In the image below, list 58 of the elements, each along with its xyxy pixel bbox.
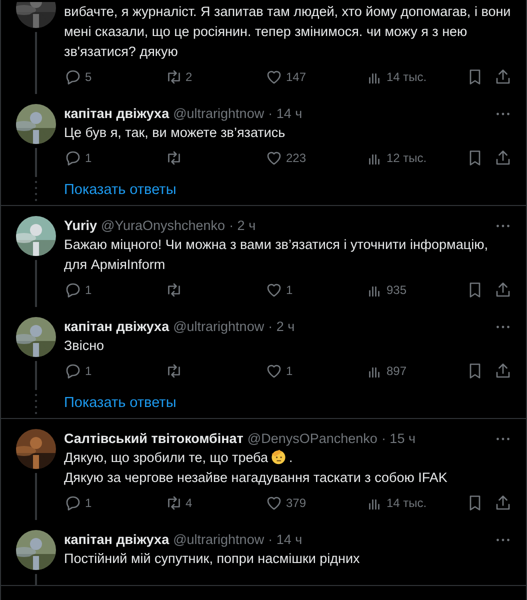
reply-count: 5 [85,70,92,84]
post-time[interactable]: · 2 ч [268,317,295,336]
user-handle[interactable]: @ultrarightnow [173,530,264,549]
like-count: 379 [286,496,306,510]
user-name[interactable]: капітан двіжуха [64,104,170,123]
reply-icon[interactable] [64,494,82,512]
reply-count: 1 [85,364,92,378]
view-count: 14 тыс. [386,70,427,84]
like-icon[interactable] [265,149,283,167]
user-name[interactable]: капітан двіжуха [64,530,170,549]
user-name[interactable]: капітан двіжуха [64,317,170,336]
like-icon[interactable] [265,362,283,380]
like-count: 147 [286,70,306,84]
reply-icon[interactable] [64,68,82,86]
like-count: 223 [286,151,306,165]
post-text: Це був я, так, ви можете зв’язатись [64,124,286,142]
user-handle[interactable]: @ultrarightnow [173,317,264,336]
post-text: вибачте, я журналіст. Я запитав там людей, хто йому допомагав, і вони мені сказали, що це росіянин. тепер змінимося. чи можу я з нею зв'язатися? дякую [64,3,512,61]
post-time[interactable]: · 15 ч [381,429,416,448]
like-count: 1 [286,364,293,378]
share-icon[interactable] [494,68,512,86]
share-icon[interactable] [494,149,512,167]
user-handle[interactable]: @ultrarightnow [173,104,264,123]
post-text: Бажаю міцного! Чи можна з вами зв’язатися і уточнити інформацію, для АрміяInform [64,236,489,274]
view-count: 12 тыс. [386,151,427,165]
show-replies-link[interactable]: Показать ответы [64,182,511,198]
salute-emoji-icon [270,448,287,465]
like-icon[interactable] [265,494,283,512]
repost-count: 4 [186,496,192,510]
post-time[interactable]: · 2 ч [229,216,256,235]
like-count: 1 [286,283,293,297]
reply-icon[interactable] [64,362,82,380]
reply-count: 1 [85,151,92,165]
reply-count: 1 [85,496,92,510]
view-count: 14 тыс. [386,496,427,510]
view-count: 935 [386,283,407,297]
post-text: . [288,450,293,465]
like-icon[interactable] [265,281,283,299]
user-handle[interactable]: @DenysOPanchenko [247,429,378,448]
post-text: Дякую, що зробили те, що треба [64,450,268,465]
view-count: 897 [386,364,407,378]
share-icon[interactable] [494,362,512,380]
post-text: Дякую за чергове незайве нагадування таскати з собою IFAK [64,469,448,487]
reply-count: 1 [85,283,92,297]
share-icon[interactable] [494,494,512,512]
like-icon[interactable] [265,68,283,86]
post-text: Постійний мій супутник, попри насмішки рідних [64,550,361,568]
reply-icon[interactable] [64,281,82,299]
user-name[interactable]: Yuriy [64,216,98,235]
user-name[interactable]: Салтівський твітокомбінат [64,429,244,448]
repost-count: 2 [186,70,192,84]
post-time[interactable]: · 14 ч [268,530,302,549]
reply-icon[interactable] [64,149,82,167]
post-time[interactable]: · 14 ч [268,104,302,123]
post-text: Звісно [64,337,106,355]
share-icon[interactable] [494,281,512,299]
show-replies-link[interactable]: Показать ответы [64,395,511,411]
user-handle[interactable]: @YuraOnyshchenko [101,216,226,235]
